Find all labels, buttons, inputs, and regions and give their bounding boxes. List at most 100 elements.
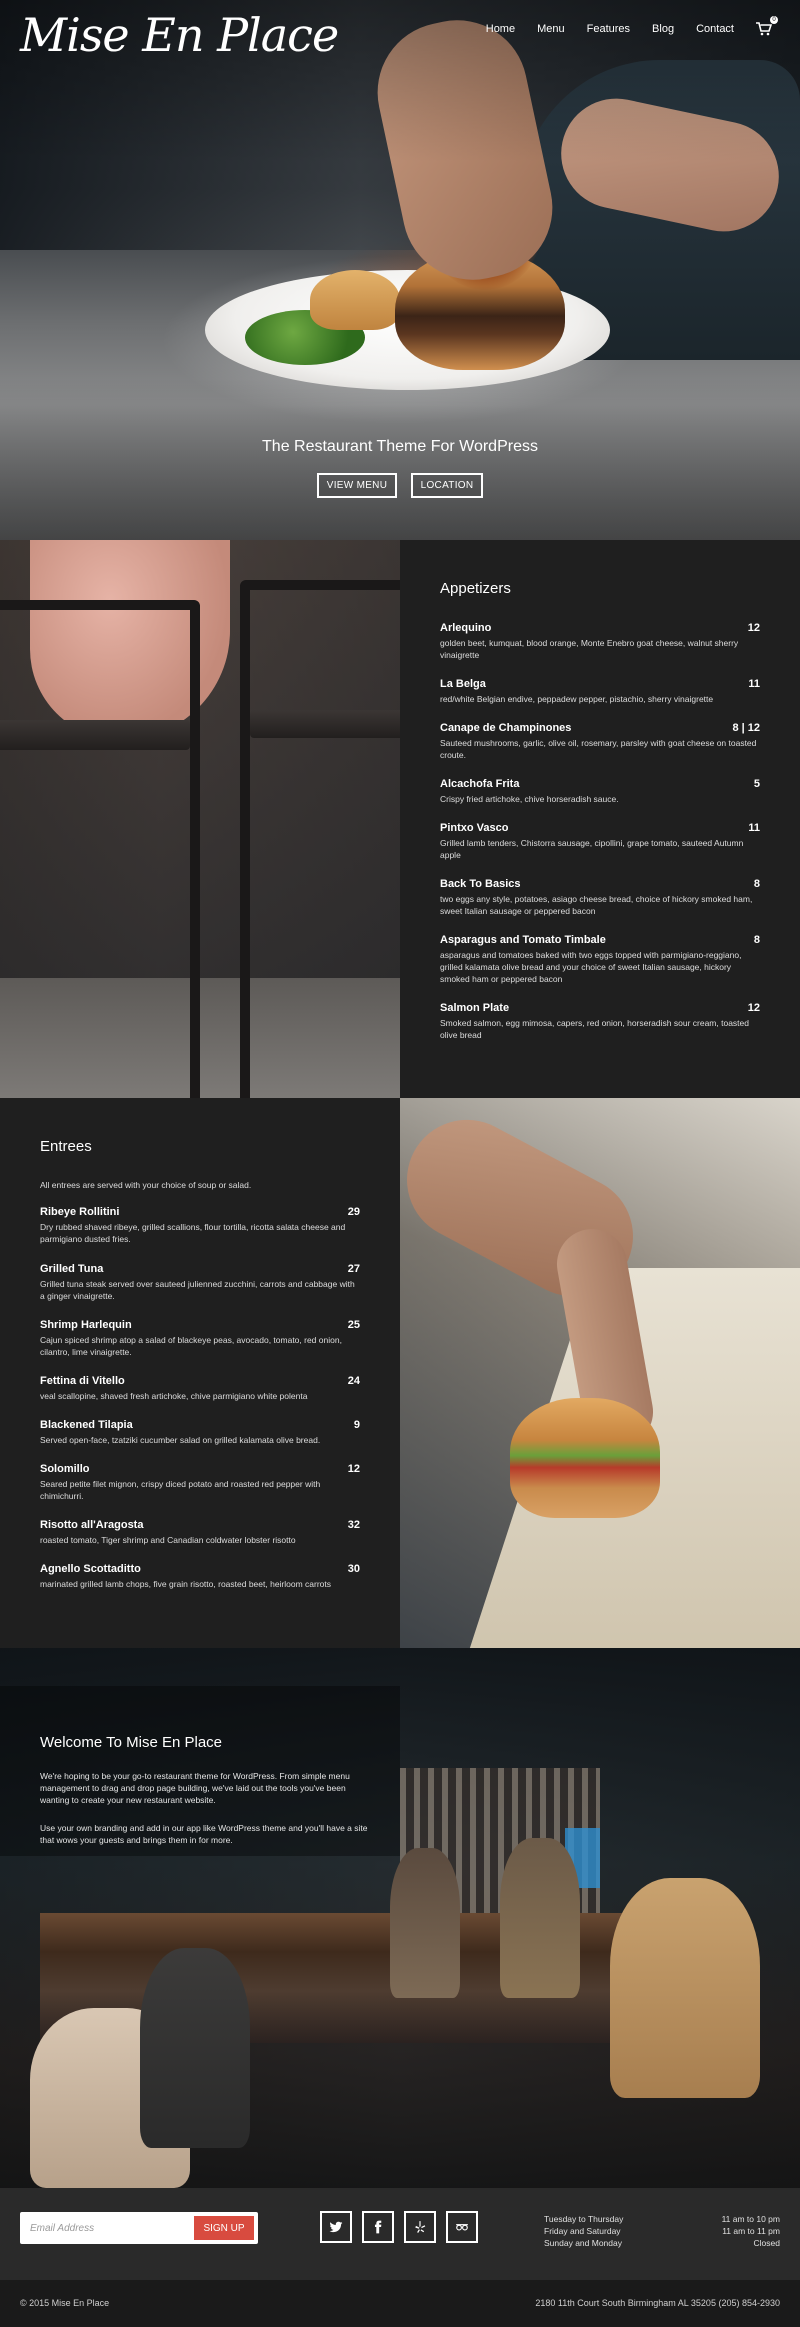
- hero-shade: [0, 0, 800, 540]
- location-button[interactable]: LOCATION: [411, 473, 483, 498]
- nav-home[interactable]: Home: [486, 23, 515, 35]
- menu-item-desc: Sauteed mushrooms, garlic, olive oil, ro…: [440, 738, 757, 760]
- menu-item-desc: Seared petite filet mignon, crispy diced…: [40, 1479, 321, 1501]
- menu-item-desc: Grilled tuna steak served over sauteed j…: [40, 1279, 355, 1301]
- hero-tagline: The Restaurant Theme For WordPress: [262, 438, 538, 455]
- menu-item: Pintxo Vasco 11 Grilled lamb tenders, Ch…: [440, 822, 760, 861]
- menu-item-name: Fettina di Vitello: [40, 1375, 125, 1387]
- menu-item-name: Solomillo: [40, 1463, 90, 1475]
- photo-chair: [240, 580, 400, 1098]
- menu-item: Back To Basics 8 two eggs any style, pot…: [440, 878, 760, 917]
- tripadvisor-link[interactable]: [446, 2211, 478, 2243]
- menu-item-price: 5: [753, 778, 760, 790]
- menu-item: Asparagus and Tomato Timbale 8 asparagus…: [440, 934, 760, 985]
- nav-features[interactable]: Features: [587, 23, 630, 35]
- menu-item-price: 8 | 12: [732, 722, 760, 734]
- menu-item-name: Risotto all'Aragosta: [40, 1519, 144, 1531]
- menu-item: Canape de Champinones 8 | 12 Sauteed mus…: [440, 722, 760, 761]
- menu-item-desc: two eggs any style, potatoes, asiago che…: [440, 894, 753, 916]
- welcome-paragraph-2: Use your own branding and add in our app…: [40, 1823, 368, 1845]
- menu-item-name: Blackened Tilapia: [40, 1419, 133, 1431]
- photo-patron: [500, 1838, 580, 1998]
- photo-patron: [390, 1848, 460, 1998]
- menu-item-name: Canape de Champinones: [440, 722, 572, 734]
- opening-hours: Tuesday to Thursday 11 am to 10 pm Frida…: [544, 2213, 780, 2249]
- menu-item-name: Ribeye Rollitini: [40, 1206, 120, 1218]
- welcome-paragraph-1: We're hoping to be your go-to restaurant…: [40, 1771, 350, 1805]
- facebook-link[interactable]: [362, 2211, 394, 2243]
- menu-item-price: 25: [347, 1319, 360, 1331]
- menu-item-price: 24: [347, 1375, 360, 1387]
- site-logo[interactable]: Mise En Place: [20, 8, 339, 62]
- menu-item-desc: asparagus and tomatoes baked with two eg…: [440, 950, 742, 984]
- address-phone: 2180 11th Court South Birmingham AL 3520…: [535, 2298, 780, 2308]
- hours-row: Sunday and Monday Closed: [544, 2237, 780, 2249]
- menu-item: Risotto all'Aragosta 32 roasted tomato, …: [40, 1519, 360, 1546]
- welcome-section: Welcome To Mise En Place We're hoping to…: [0, 1648, 800, 2188]
- menu-item-desc: red/white Belgian endive, peppadew peppe…: [440, 694, 714, 704]
- hero-buttons: VIEW MENU LOCATION: [0, 473, 800, 498]
- nav-menu[interactable]: Menu: [537, 23, 565, 35]
- menu-item-desc: Dry rubbed shaved ribeye, grilled scalli…: [40, 1222, 346, 1244]
- yelp-icon: [415, 2221, 426, 2233]
- menu-item-desc: Smoked salmon, egg mimosa, capers, red o…: [440, 1018, 749, 1040]
- photo-patron: [610, 1878, 760, 2098]
- menu-item-desc: Crispy fried artichoke, chive horseradis…: [440, 794, 619, 804]
- facebook-icon: [374, 2220, 382, 2234]
- menu-item-price: 9: [353, 1419, 360, 1431]
- hours-time: Closed: [753, 2238, 780, 2248]
- entrees-title: Entrees: [40, 1138, 92, 1155]
- menu-item-price: 8: [753, 878, 760, 890]
- menu-item-desc: roasted tomato, Tiger shrimp and Canadia…: [40, 1535, 296, 1545]
- menu-item-desc: Cajun spiced shrimp atop a salad of blac…: [40, 1335, 342, 1357]
- menu-item-name: Pintxo Vasco: [440, 822, 509, 834]
- menu-item-price: 27: [347, 1263, 360, 1275]
- main-nav: Home Menu Features Blog Contact 0: [464, 16, 778, 36]
- entrees-section: Entrees All entrees are served with your…: [0, 1098, 400, 1648]
- hero-section: Mise En Place Home Menu Features Blog Co…: [0, 0, 800, 540]
- cart-button[interactable]: 0: [756, 16, 778, 36]
- menu-item-name: Asparagus and Tomato Timbale: [440, 934, 606, 946]
- yelp-link[interactable]: [404, 2211, 436, 2243]
- menu-item-desc: Served open-face, tzatziki cucumber sala…: [40, 1435, 321, 1445]
- nav-contact[interactable]: Contact: [696, 23, 734, 35]
- menu-item-name: Alcachofa Frita: [440, 778, 520, 790]
- photo-patron: [140, 1948, 250, 2148]
- menu-item-desc: marinated grilled lamb chops, five grain…: [40, 1579, 332, 1589]
- twitter-icon: [329, 2221, 343, 2233]
- email-input[interactable]: [24, 2216, 192, 2240]
- entrees-intro: All entrees are served with your choice …: [40, 1180, 252, 1190]
- hours-row: Friday and Saturday 11 am to 11 pm: [544, 2225, 780, 2237]
- menu-item: Grilled Tuna 27 Grilled tuna steak serve…: [40, 1263, 360, 1302]
- menu-item-price: 12: [747, 622, 760, 634]
- hours-row: Tuesday to Thursday 11 am to 10 pm: [544, 2213, 780, 2225]
- menu-item-name: Salmon Plate: [440, 1002, 510, 1014]
- menu-item-price: 8: [753, 934, 760, 946]
- hours-time: 11 am to 10 pm: [721, 2214, 780, 2224]
- menu-item: Solomillo 12 Seared petite filet mignon,…: [40, 1463, 360, 1502]
- social-links: [320, 2211, 478, 2243]
- view-menu-button[interactable]: VIEW MENU: [317, 473, 397, 498]
- menu-item-price: 30: [347, 1563, 360, 1575]
- appetizers-title: Appetizers: [440, 580, 511, 597]
- menu-item: Arlequino 12 golden beet, kumquat, blood…: [440, 622, 760, 661]
- menu-item-price: 12: [747, 1002, 760, 1014]
- photo-burger: [510, 1398, 660, 1518]
- menu-item-price: 11: [748, 678, 760, 690]
- menu-item-price: 32: [347, 1519, 360, 1531]
- appetizers-photo: [0, 540, 400, 1098]
- copyright: © 2015 Mise En Place: [20, 2298, 110, 2308]
- nav-blog[interactable]: Blog: [652, 23, 674, 35]
- menu-item-desc: veal scallopine, shaved fresh artichoke,…: [40, 1391, 308, 1401]
- menu-item: La Belga 11 red/white Belgian endive, pe…: [440, 678, 760, 705]
- hours-days: Friday and Saturday: [544, 2226, 621, 2236]
- menu-item: Alcachofa Frita 5 Crispy fried artichoke…: [440, 778, 760, 805]
- menu-item-price: 12: [347, 1463, 360, 1475]
- menu-item-price: 11: [748, 822, 760, 834]
- hours-days: Tuesday to Thursday: [544, 2214, 624, 2224]
- twitter-link[interactable]: [320, 2211, 352, 2243]
- entrees-photo: [400, 1098, 800, 1648]
- signup-button[interactable]: SIGN UP: [194, 2216, 254, 2240]
- menu-item: Blackened Tilapia 9 Served open-face, tz…: [40, 1419, 360, 1446]
- menu-item: Shrimp Harlequin 25 Cajun spiced shrimp …: [40, 1319, 360, 1358]
